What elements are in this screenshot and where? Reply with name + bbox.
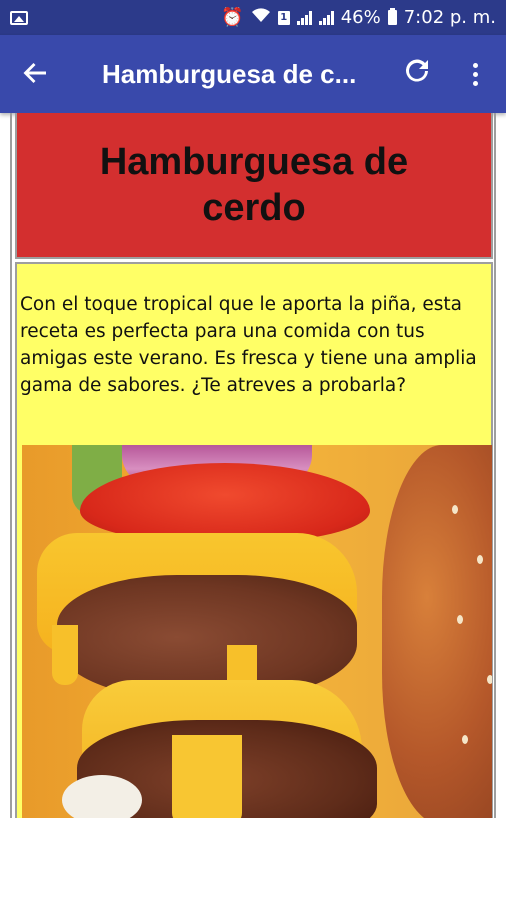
status-bar: ⏰ 1 46% 7:02 p. m. bbox=[0, 0, 506, 35]
battery-icon bbox=[387, 8, 397, 25]
more-vert-dot bbox=[472, 71, 478, 77]
more-vert-icon bbox=[472, 62, 478, 68]
wifi-icon bbox=[251, 7, 271, 28]
burger-photo bbox=[22, 445, 492, 818]
recipe-content[interactable]: Hamburguesa de cerdo Con el toque tropic… bbox=[10, 113, 496, 818]
cheese-drip bbox=[172, 735, 242, 818]
tomato-shape bbox=[80, 463, 370, 543]
recipe-title-box: Hamburguesa de cerdo bbox=[15, 113, 493, 259]
back-button[interactable] bbox=[0, 35, 70, 113]
app-title: Hamburguesa de c... bbox=[102, 58, 357, 89]
refresh-button[interactable] bbox=[395, 35, 439, 113]
arrow-back-icon bbox=[22, 55, 48, 93]
signal-icon bbox=[296, 10, 312, 25]
sim-icon: 1 bbox=[277, 10, 290, 25]
image-notification-icon bbox=[10, 10, 28, 25]
more-options-button[interactable] bbox=[455, 35, 495, 113]
app-bar: Hamburguesa de c... bbox=[0, 35, 506, 113]
bun-shape bbox=[382, 445, 492, 818]
battery-percent: 46% bbox=[340, 7, 381, 28]
recipe-description: Con el toque tropical que le aporta la p… bbox=[20, 294, 477, 396]
recipe-description-box: Con el toque tropical que le aporta la p… bbox=[15, 262, 493, 818]
clock: 7:02 p. m. bbox=[403, 7, 496, 28]
blank-area bbox=[0, 818, 506, 900]
recipe-title: Hamburguesa de cerdo bbox=[99, 141, 409, 229]
refresh-icon bbox=[404, 57, 430, 92]
signal-icon-secondary bbox=[318, 10, 334, 25]
sauce-shape bbox=[62, 775, 142, 818]
more-vert-dot bbox=[472, 80, 478, 86]
alarm-icon: ⏰ bbox=[221, 7, 244, 28]
cheese-drip bbox=[52, 625, 78, 685]
